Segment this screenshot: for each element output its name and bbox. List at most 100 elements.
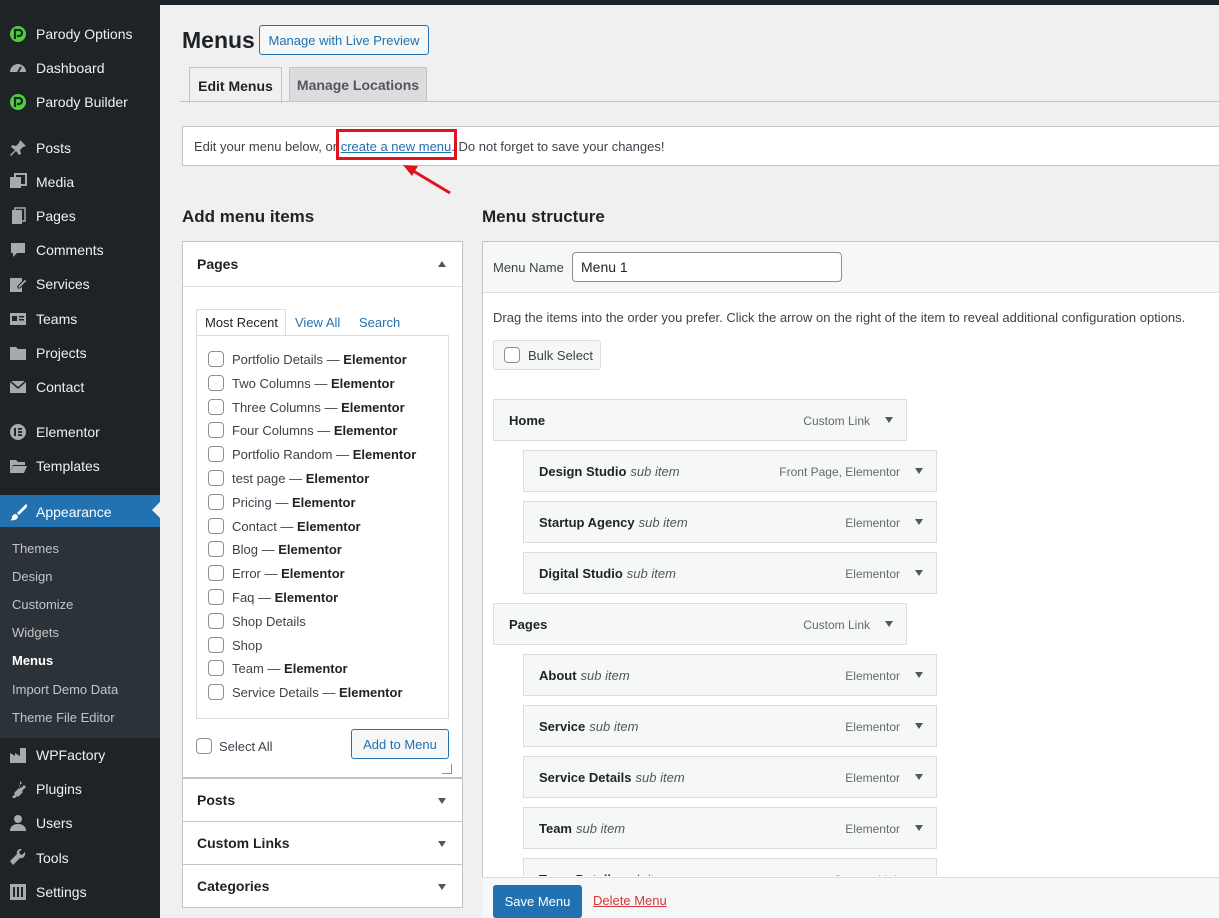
sidebar-item-posts[interactable]: Posts xyxy=(0,133,160,163)
menu-item[interactable]: About sub item Elementor xyxy=(523,654,937,696)
page-checkbox[interactable] xyxy=(208,398,224,415)
sidebar-item-label: WPFactory xyxy=(36,747,106,763)
sidebar-item-wpfactory[interactable]: WPFactory xyxy=(0,740,160,770)
page-checkbox[interactable] xyxy=(208,470,224,486)
manage-live-preview-button[interactable]: Manage with Live Preview xyxy=(259,25,429,55)
page-checkbox-label: Portfolio Details — Elementor xyxy=(232,352,407,367)
delete-menu-link[interactable]: Delete Menu xyxy=(593,893,667,908)
admin-sidebar: Parody Options Dashboard Parody Builder … xyxy=(0,5,160,918)
menu-item[interactable]: Team sub item Elementor xyxy=(523,807,937,849)
collapse-icon[interactable] xyxy=(438,261,446,267)
sidebar-item-appearance[interactable]: Appearance xyxy=(0,495,160,529)
sub-item-tag: sub item xyxy=(630,464,680,479)
add-menu-items-heading: Add menu items xyxy=(182,207,315,226)
submenu-item-design[interactable]: Design xyxy=(12,569,52,584)
sidebar-item-label: Tools xyxy=(36,850,69,866)
sub-item-tag: sub item xyxy=(589,719,639,734)
expand-arrow-icon[interactable] xyxy=(885,417,893,423)
expand-icon xyxy=(438,884,446,890)
menu-item-type: Elementor xyxy=(845,822,900,836)
menu-item-type: Custom Link xyxy=(803,414,870,428)
menu-item-title: Design Studio sub item xyxy=(539,464,680,479)
sidebar-item-dashboard[interactable]: Dashboard xyxy=(0,53,160,83)
sidebar-item-pages[interactable]: Pages xyxy=(0,201,160,231)
page-checkbox[interactable] xyxy=(208,351,224,367)
sidebar-item-users[interactable]: Users xyxy=(0,808,160,838)
sidebar-item-tools[interactable]: Tools xyxy=(0,843,160,873)
menu-item[interactable]: Service sub item Elementor xyxy=(523,705,937,747)
menu-item[interactable]: Team Detailssub item Custom Link xyxy=(523,858,937,876)
tab-view-all[interactable]: View All xyxy=(295,309,340,335)
submenu-item-menus[interactable]: Menus xyxy=(12,653,53,668)
page-checkbox[interactable] xyxy=(208,660,224,677)
custom-links-section[interactable]: Custom Links xyxy=(182,821,463,865)
page-checkbox[interactable] xyxy=(208,612,224,629)
expand-arrow-icon[interactable] xyxy=(915,468,923,474)
sidebar-item-elementor[interactable]: Elementor xyxy=(0,417,160,447)
page-checkbox[interactable] xyxy=(208,541,224,558)
menu-item[interactable]: Home Custom Link xyxy=(493,399,907,441)
expand-arrow-icon[interactable] xyxy=(915,519,923,525)
tab-most-recent[interactable]: Most Recent xyxy=(196,309,286,335)
tab-edit-menus[interactable]: Edit Menus xyxy=(189,67,282,103)
submenu-item-themes[interactable]: Themes xyxy=(12,541,59,556)
save-menu-button[interactable]: Save Menu xyxy=(493,885,582,918)
sidebar-item-label: Plugins xyxy=(36,781,82,797)
page-checkbox[interactable] xyxy=(208,374,224,391)
expand-arrow-icon[interactable] xyxy=(915,825,923,831)
menu-item-title: Service Details sub item xyxy=(539,770,685,785)
sidebar-item-teams[interactable]: Teams xyxy=(0,304,160,334)
parody-logo-icon xyxy=(8,92,28,112)
wrench-icon xyxy=(8,848,28,868)
menu-item[interactable]: Design Studio sub item Front Page, Element… xyxy=(523,450,937,492)
menu-item-title: Startup Agency sub item xyxy=(539,515,688,530)
page-checkbox-label: Faq — Elementor xyxy=(232,590,339,605)
tab-manage-locations[interactable]: Manage Locations xyxy=(289,67,427,102)
pages-checklist: Portfolio Details — Elementor Two Columns… xyxy=(196,335,449,719)
page-checkbox[interactable] xyxy=(208,684,224,701)
page-checkbox[interactable] xyxy=(208,589,224,605)
menu-item-title: Pages xyxy=(509,617,548,632)
categories-section[interactable]: Categories xyxy=(182,864,463,908)
sidebar-item-plugins[interactable]: Plugins xyxy=(0,774,160,804)
wpfactory-icon xyxy=(8,745,28,765)
submenu-item-theme-file-editor[interactable]: Theme File Editor xyxy=(12,710,115,725)
page-checkbox[interactable] xyxy=(208,422,224,439)
sidebar-item-comments[interactable]: Comments xyxy=(0,235,160,265)
sidebar-item-projects[interactable]: Projects xyxy=(0,338,160,368)
submenu-item-import-demo-data[interactable]: Import Demo Data xyxy=(12,682,118,697)
tab-search[interactable]: Search xyxy=(359,309,400,335)
menu-item[interactable]: Startup Agency sub item Elementor xyxy=(523,501,937,543)
page-checkbox[interactable] xyxy=(208,446,224,463)
menu-item[interactable]: Digital Studio sub item Elementor xyxy=(523,552,937,594)
expand-arrow-icon[interactable] xyxy=(915,570,923,576)
page-checkbox[interactable] xyxy=(208,493,224,510)
menu-item[interactable]: Service Details sub item Elementor xyxy=(523,756,937,798)
resize-handle-icon[interactable] xyxy=(442,764,452,774)
edit-page-icon xyxy=(8,274,28,294)
pages-section-title[interactable]: Pages xyxy=(197,256,238,272)
sidebar-item-contact[interactable]: Contact xyxy=(0,372,160,402)
expand-arrow-icon[interactable] xyxy=(915,723,923,729)
page-checkbox[interactable] xyxy=(208,636,224,653)
sidebar-item-media[interactable]: Media xyxy=(0,167,160,197)
select-all-checkbox[interactable] xyxy=(196,738,212,754)
submenu-item-widgets[interactable]: Widgets xyxy=(12,625,59,640)
submenu-item-customize[interactable]: Customize xyxy=(12,597,73,612)
sidebar-item-settings[interactable]: Settings xyxy=(0,877,160,907)
expand-arrow-icon[interactable] xyxy=(885,621,893,627)
expand-icon xyxy=(438,841,446,847)
save-footer: Save Menu Delete Menu xyxy=(482,877,1219,918)
sidebar-item-services[interactable]: Services xyxy=(0,269,160,299)
posts-section[interactable]: Posts xyxy=(182,778,463,822)
expand-arrow-icon[interactable] xyxy=(915,672,923,678)
page-checkbox[interactable] xyxy=(208,517,224,534)
add-to-menu-button[interactable]: Add to Menu xyxy=(351,729,449,759)
sidebar-item-templates[interactable]: Templates xyxy=(0,451,160,481)
expand-arrow-icon[interactable] xyxy=(915,774,923,780)
page-checkbox[interactable] xyxy=(208,565,224,582)
sidebar-item-parody-options[interactable]: Parody Options xyxy=(0,19,160,49)
sidebar-item-parody-builder[interactable]: Parody Builder xyxy=(0,87,160,117)
menu-item[interactable]: Pages Custom Link xyxy=(493,603,907,645)
tab-divider xyxy=(180,101,1219,102)
